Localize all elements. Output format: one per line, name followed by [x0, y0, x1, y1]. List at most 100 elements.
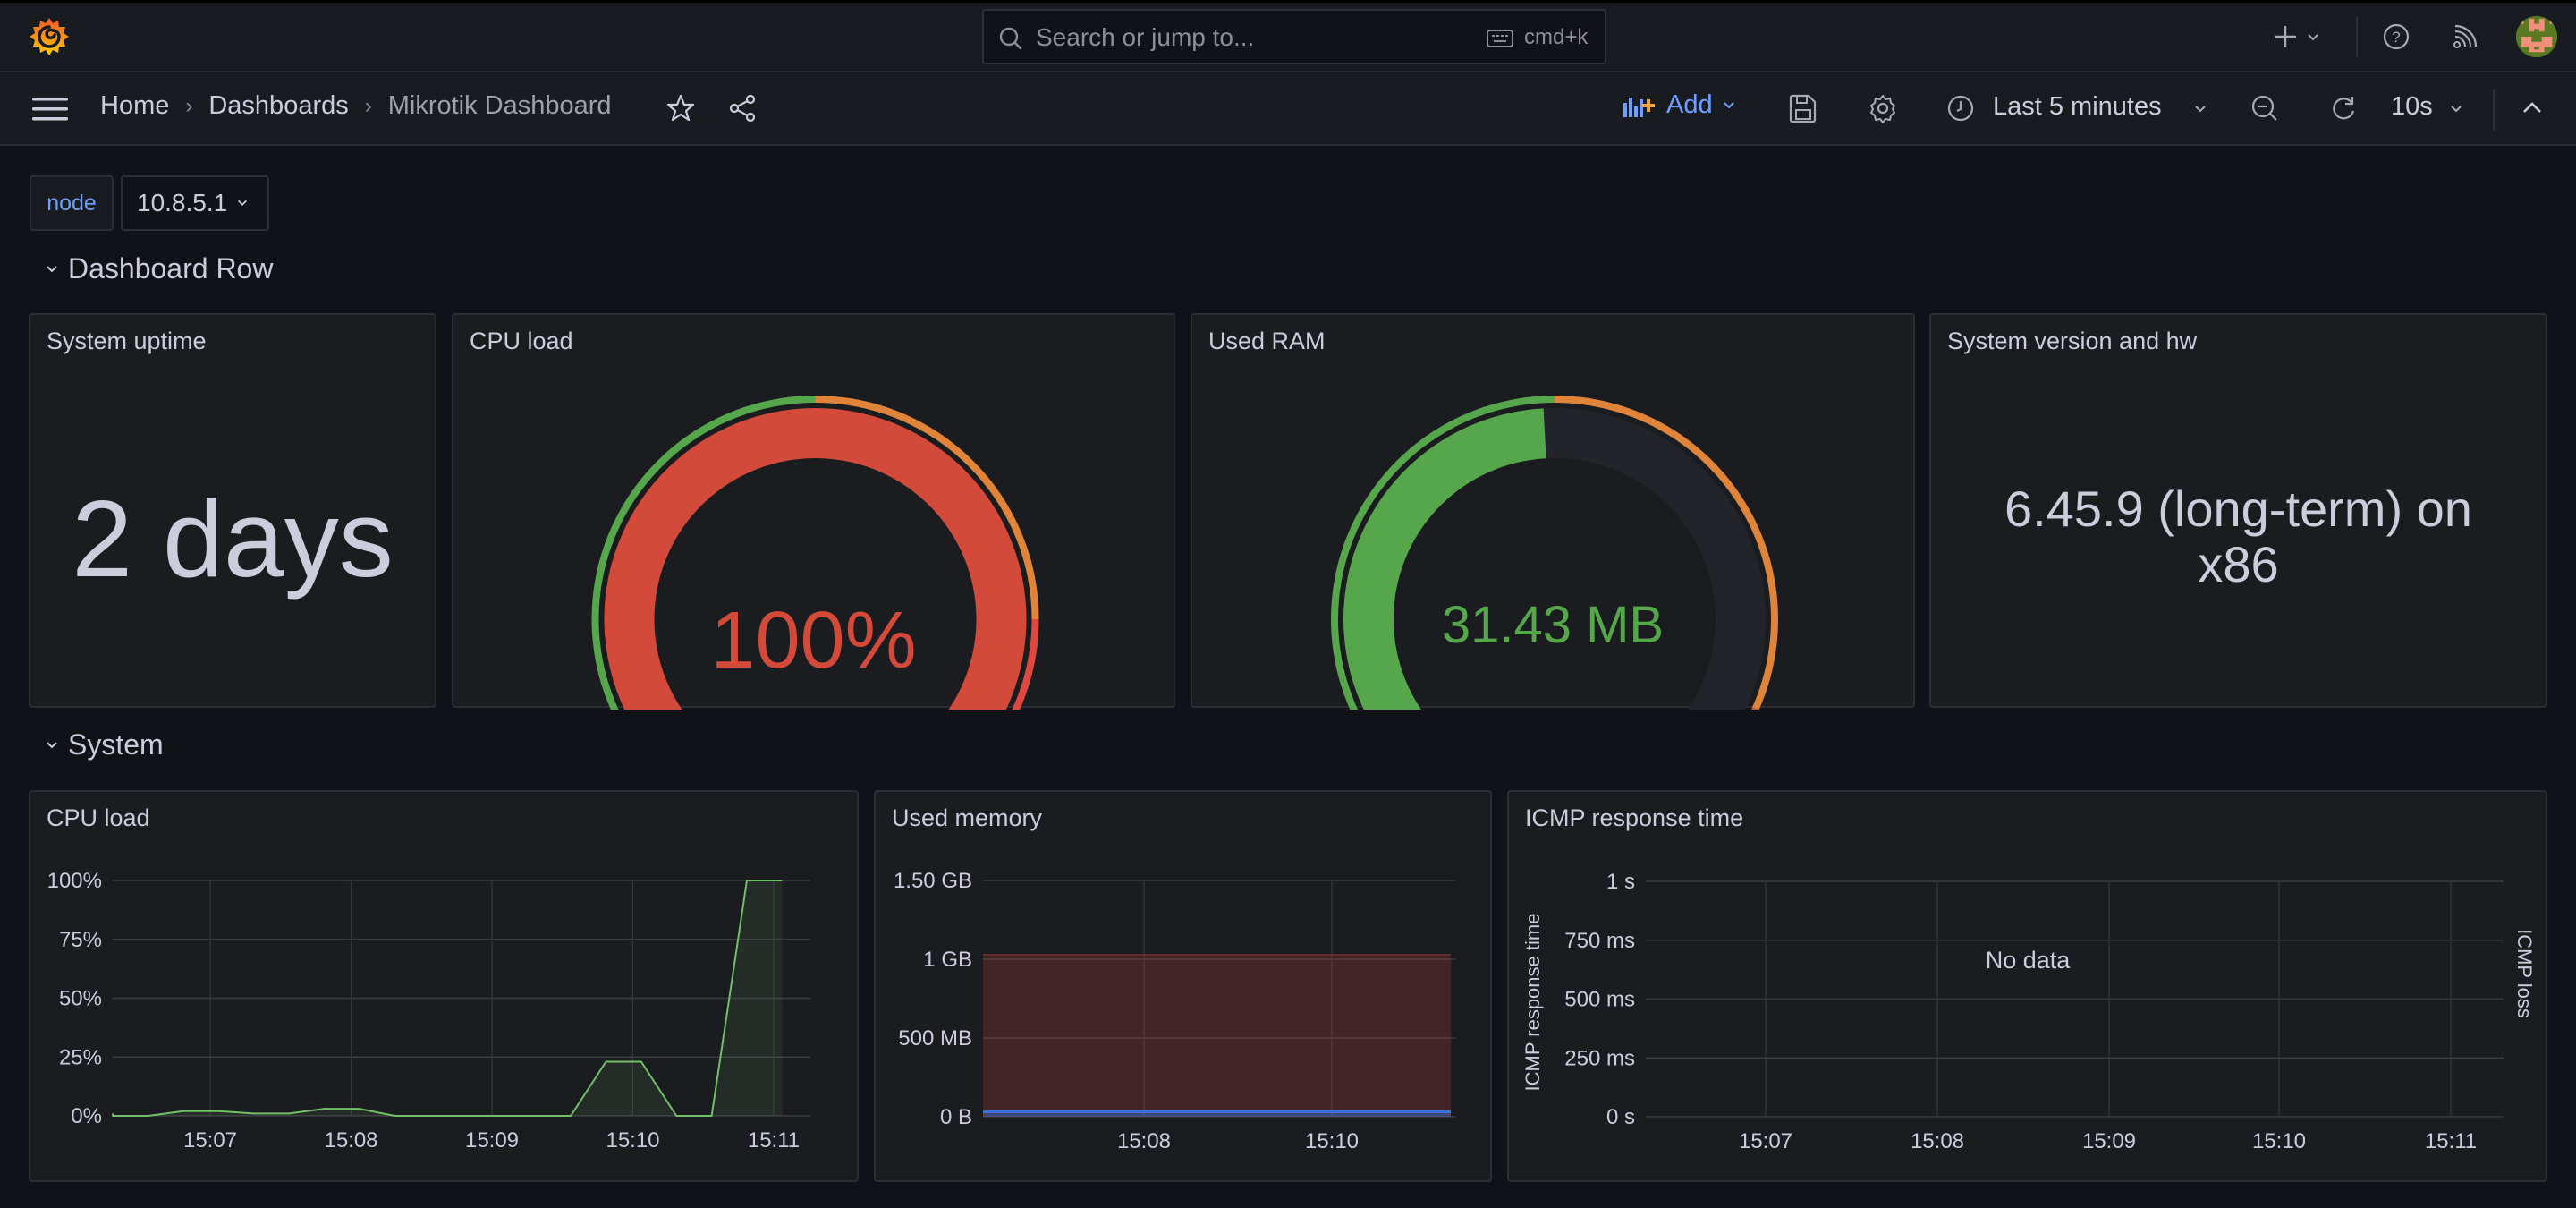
time-range-picker[interactable]: Last 5 minutes: [1946, 89, 2215, 129]
y-tick-label: 1 GB: [923, 948, 972, 972]
topbar-divider: [2356, 16, 2358, 57]
variable-select-node[interactable]: 10.8.5.1: [121, 175, 269, 231]
gauge-value: 31.43 MB: [1441, 596, 1665, 654]
y-tick-label: 0 B: [940, 1105, 972, 1129]
y-tick-label: 25%: [59, 1045, 102, 1069]
y-tick-label: 0%: [71, 1104, 102, 1128]
toolbar-divider: [2493, 89, 2495, 131]
settings-gear-icon[interactable]: [1868, 93, 1898, 123]
avatar-identicon: [2516, 16, 2557, 57]
x-tick-label: 15:08: [324, 1128, 377, 1153]
chevron-down-icon: [238, 200, 248, 206]
time-range-label: Last 5 minutes: [1993, 92, 2162, 121]
x-tick-label: 15:10: [1305, 1129, 1359, 1153]
x-tick-label: 15:07: [1739, 1129, 1792, 1153]
help-icon[interactable]: ?: [2382, 22, 2411, 51]
panel-title: System uptime: [47, 328, 207, 354]
breadcrumb: Home › Dashboards › Mikrotik Dashboard: [100, 91, 612, 121]
stat-value: 6.45.9 (long-term) on x86: [2004, 481, 2472, 592]
search-placeholder: Search or jump to...: [1036, 23, 1255, 51]
panel-title: System version and hw: [1947, 328, 2198, 354]
cpu-load-chart[interactable]: 0% 25% 50% 75% 100% 15:07 15:08 15:09 15:10 15:11: [30, 792, 860, 1184]
y-tick-label: 250 ms: [1564, 1046, 1635, 1070]
keyboard-icon: [1487, 30, 1513, 47]
browser-tab-strip: [0, 0, 2576, 3]
page-title: Mikrotik Dashboard: [387, 91, 612, 120]
variable-value: 10.8.5.1: [137, 189, 228, 217]
gauge-value-fill: [1343, 408, 1546, 710]
zoom-out-icon[interactable]: [2250, 93, 2280, 123]
icmp-chart[interactable]: 0 s 250 ms 500 ms 750 ms 1 s 15:07 15:08 15:09 1…: [1509, 792, 2549, 1184]
row-title: System: [68, 728, 164, 761]
panel-system-version: System version and hw 6.45.9 (long-term)…: [1929, 313, 2547, 708]
x-tick-label: 15:08: [1911, 1129, 1964, 1153]
refresh-icon[interactable]: [2328, 93, 2359, 123]
chevron-down-icon: [2451, 106, 2462, 113]
search-input[interactable]: Search or jump to... cmd+k: [982, 9, 1606, 64]
save-icon[interactable]: [1789, 93, 1818, 123]
used-memory-chart[interactable]: 0 B 500 MB 1 GB 1.50 GB 15:08 15:10: [876, 792, 1494, 1184]
y-tick-label: 500 ms: [1564, 988, 1635, 1012]
chevron-down-icon: [2195, 106, 2206, 113]
y-axis-label-left: ICMP response time: [1521, 914, 1544, 1092]
panel-icmp-response-time: ICMP response time 0 s 250 ms 500 ms 750 ms…: [1507, 790, 2547, 1182]
series-area-total-memory: [983, 954, 1451, 1117]
chevron-down-icon: [2308, 34, 2318, 41]
add-button[interactable]: Add: [1623, 90, 1736, 120]
refresh-interval-label: 10s: [2391, 92, 2433, 121]
y-tick-label: 75%: [59, 928, 102, 952]
breadcrumb-separator: ›: [185, 93, 193, 118]
x-tick-label: 15:10: [606, 1128, 659, 1153]
grafana-logo-icon[interactable]: [29, 16, 70, 57]
chevron-down-icon: [47, 265, 57, 272]
no-data-message: No data: [1986, 947, 2072, 974]
x-tick-label: 15:11: [748, 1128, 800, 1153]
chevron-down-icon: [47, 741, 57, 748]
breadcrumb-separator: ›: [364, 93, 372, 118]
x-tick-label: 15:09: [465, 1128, 519, 1153]
chevron-down-icon: [1723, 101, 1734, 108]
add-label: Add: [1666, 90, 1713, 119]
panel-cpu-load-timeseries: CPU load 0% 25% 50% 75% 100% 15:07 15:08 15:09 1…: [29, 790, 859, 1182]
y-axis-label-right: ICMP loss: [2513, 929, 2536, 1018]
x-tick-label: 15:10: [2252, 1129, 2306, 1153]
panel-used-ram-gauge: Used RAM 31.43 MB: [1191, 313, 1915, 710]
panel-cpu-gauge: CPU load 100%: [452, 313, 1175, 710]
y-tick-label: 750 ms: [1564, 929, 1635, 953]
plus-icon: [2275, 26, 2296, 47]
top-navigation-bar: Search or jump to... cmd+k ?: [0, 0, 2576, 72]
share-icon[interactable]: [727, 93, 758, 123]
x-tick-label: 15:11: [2425, 1129, 2477, 1153]
breadcrumb-home[interactable]: Home: [100, 91, 169, 121]
y-tick-label: 50%: [59, 987, 102, 1011]
add-panel-icon: [1623, 97, 1655, 117]
clock-icon: [1947, 95, 1974, 122]
chevron-up-icon[interactable]: [2521, 99, 2544, 117]
y-tick-label: 1 s: [1606, 870, 1635, 894]
refresh-interval-picker[interactable]: 10s: [2388, 89, 2469, 129]
y-tick-label: 1.50 GB: [894, 869, 972, 893]
avatar[interactable]: [2516, 16, 2557, 57]
new-menu-button[interactable]: [2272, 20, 2326, 54]
news-rss-icon[interactable]: [2452, 23, 2479, 50]
panel-system-uptime: System uptime 2 days: [29, 313, 436, 708]
y-tick-label: 0 s: [1606, 1105, 1635, 1129]
gauge-value: 100%: [710, 596, 917, 685]
panel-used-memory-timeseries: Used memory 0 B 500 MB 1 GB 1.50 GB 15:08 15:…: [874, 790, 1492, 1182]
search-shortcut: cmd+k: [1524, 25, 1589, 49]
x-tick-label: 15:09: [2082, 1129, 2136, 1153]
breadcrumb-dashboards[interactable]: Dashboards: [208, 91, 348, 121]
row-title: Dashboard Row: [68, 252, 274, 285]
star-icon[interactable]: [665, 93, 696, 123]
y-tick-label: 500 MB: [898, 1026, 972, 1051]
stat-value: 2 days: [72, 478, 394, 600]
x-tick-label: 15:08: [1117, 1129, 1171, 1153]
row-header-system[interactable]: System: [45, 728, 164, 761]
menu-icon[interactable]: [32, 97, 68, 122]
svg-text:?: ?: [2392, 29, 2400, 46]
x-tick-label: 15:07: [183, 1128, 237, 1153]
variable-label-node: node: [30, 175, 114, 231]
row-header-dashboard-row[interactable]: Dashboard Row: [45, 252, 273, 285]
y-tick-label: 100%: [47, 869, 102, 893]
search-icon: [999, 27, 1022, 50]
